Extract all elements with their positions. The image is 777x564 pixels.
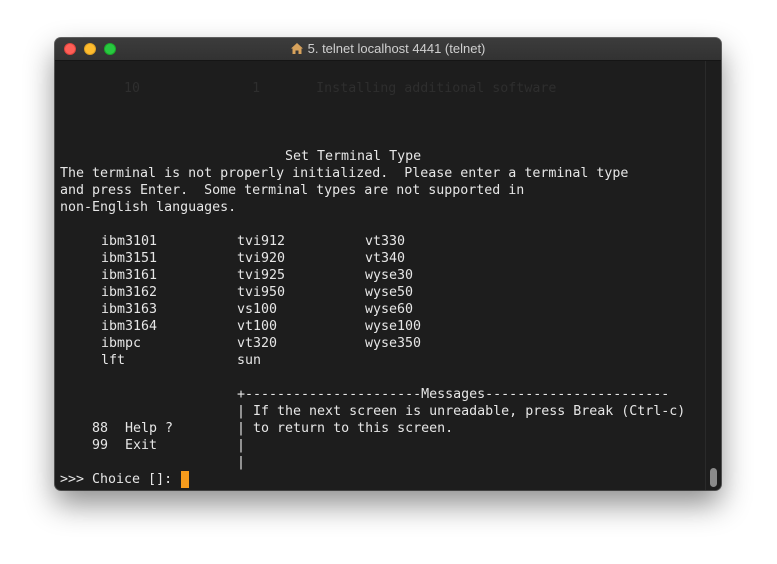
terminal-type-option: sun: [237, 353, 262, 368]
terminal-type-option: ibm3101: [101, 234, 158, 249]
terminal-type-option: wyse50: [365, 285, 414, 300]
intro-line: and press Enter. Some terminal types are…: [60, 183, 525, 198]
terminal-type-option: vt320: [237, 336, 278, 351]
terminal-type-option: wyse350: [365, 336, 422, 351]
message-line: | to return to this screen.: [237, 421, 454, 436]
title-bar[interactable]: 5. telnet localhost 4441 (telnet): [55, 38, 721, 61]
terminal-type-option: wyse30: [365, 268, 414, 283]
terminal-type-option: ibm3161: [101, 268, 158, 283]
scrollbar-thumb[interactable]: [710, 468, 717, 487]
help-option-key: 88: [92, 421, 109, 436]
terminal-type-option: ibm3164: [101, 319, 158, 334]
terminal-type-option: tvi912: [237, 234, 286, 249]
terminal-type-option: ibm3151: [101, 251, 158, 266]
faded-status-line: 10 1 Installing additional software: [60, 81, 557, 96]
message-line: | If the next screen is unreadable, pres…: [237, 404, 686, 419]
terminal-type-option: ibmpc: [101, 336, 142, 351]
intro-line: non-English languages.: [60, 200, 237, 215]
messages-box-border: |: [237, 438, 246, 453]
help-option-label: Help ?: [125, 421, 174, 436]
choice-prompt: >>> Choice []:: [60, 472, 181, 487]
messages-box-border: |: [237, 455, 246, 470]
terminal-type-option: vt330: [365, 234, 406, 249]
exit-option-label: Exit: [125, 438, 158, 453]
messages-box-border: +----------------------Messages---------…: [237, 387, 670, 402]
exit-option-key: 99: [92, 438, 109, 453]
text-cursor[interactable]: [181, 471, 189, 488]
screen-header: Set Terminal Type: [285, 149, 422, 164]
terminal-type-option: vs100: [237, 302, 278, 317]
terminal-type-option: vt340: [365, 251, 406, 266]
terminal-type-option: lft: [101, 353, 126, 368]
terminal-type-option: ibm3163: [101, 302, 158, 317]
terminal-window: 5. telnet localhost 4441 (telnet) 10 1 I…: [55, 38, 721, 490]
terminal-type-option: tvi950: [237, 285, 286, 300]
terminal-type-option: tvi920: [237, 251, 286, 266]
terminal-type-option: wyse100: [365, 319, 422, 334]
terminal-type-option: vt100: [237, 319, 278, 334]
window-title: 5. telnet localhost 4441 (telnet): [55, 38, 721, 60]
vertical-scrollbar[interactable]: [705, 61, 721, 490]
intro-line: The terminal is not properly initialized…: [60, 166, 629, 181]
terminal-type-option: ibm3162: [101, 285, 158, 300]
terminal-type-option: tvi925: [237, 268, 286, 283]
home-icon: [290, 43, 303, 54]
window-title-text: 5. telnet localhost 4441 (telnet): [307, 41, 486, 56]
terminal-type-option: wyse60: [365, 302, 414, 317]
terminal-content[interactable]: 10 1 Installing additional software Set …: [55, 61, 705, 490]
